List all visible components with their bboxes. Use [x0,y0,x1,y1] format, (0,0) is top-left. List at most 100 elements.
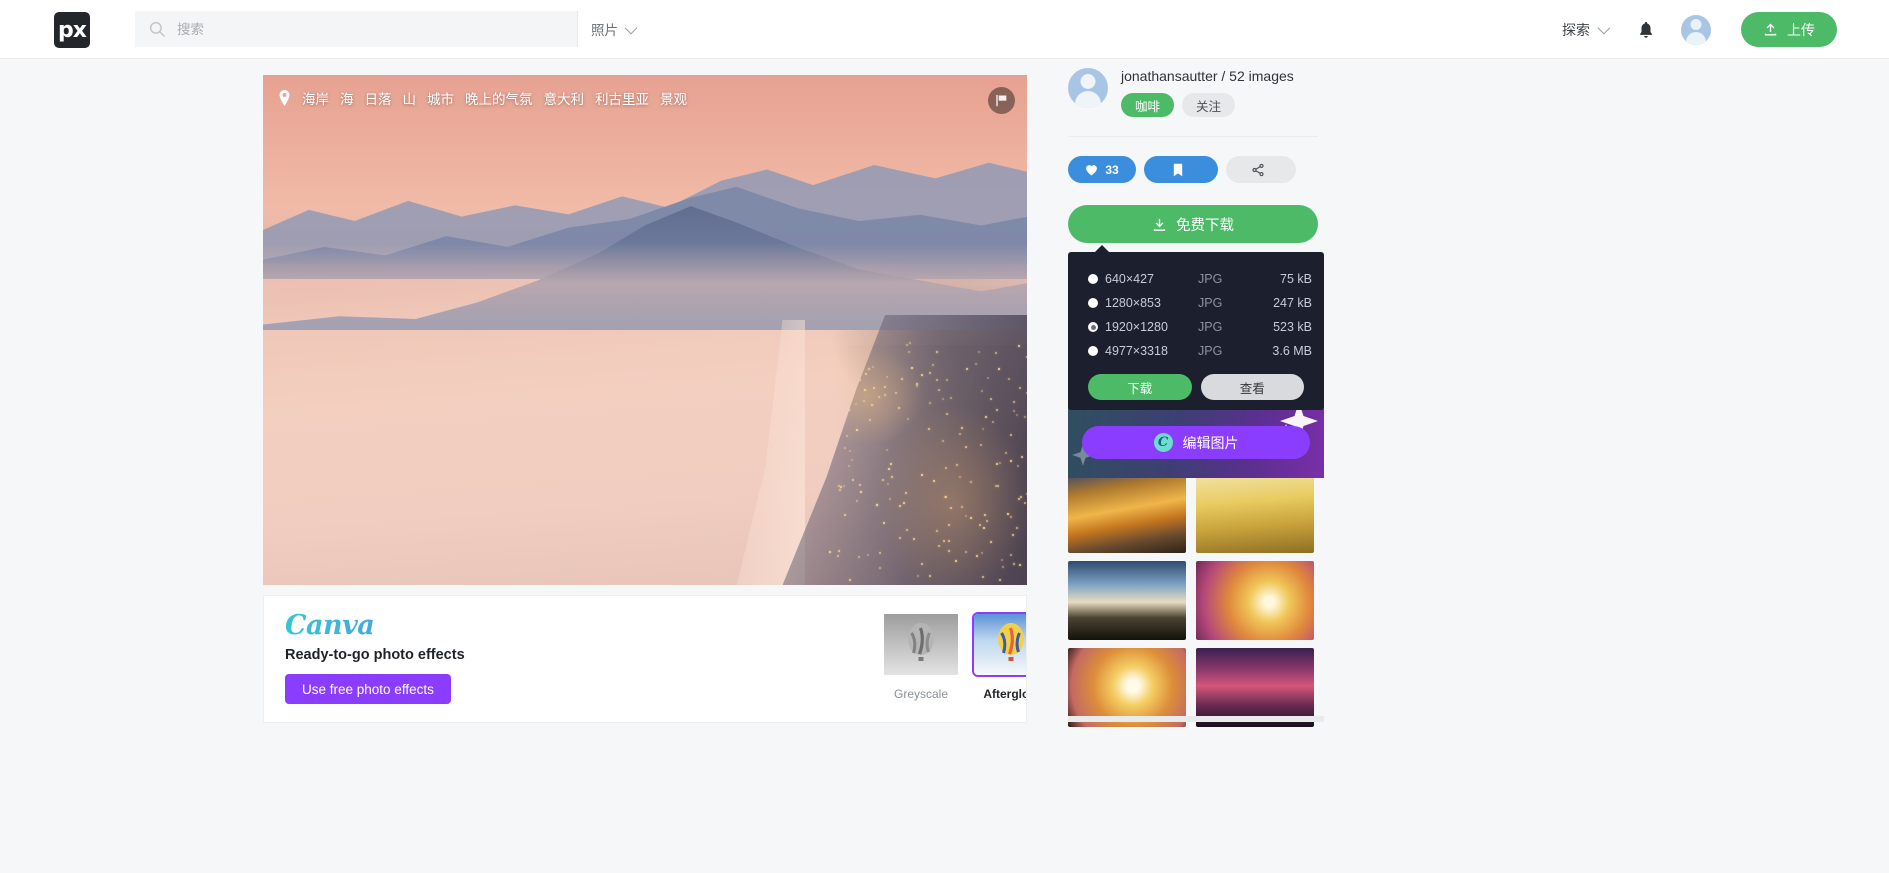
related-thumbnail[interactable] [1068,561,1186,640]
photo-tag[interactable]: 日落 [365,88,392,108]
filter-label: Afterglow [983,687,1026,701]
avatar[interactable] [1068,68,1108,108]
filter-thumbnail [882,612,960,677]
uploader-actions: 咖啡 关注 [1121,93,1294,117]
download-filesize: 247 kB [1273,296,1312,310]
canva-logo: Canva [285,611,615,640]
related-thumbnail[interactable] [1196,474,1314,553]
download-dimensions: 1280×853 [1105,296,1161,310]
avatar[interactable] [1681,14,1711,45]
upload-label: 上传 [1787,21,1815,38]
download-icon [1153,218,1166,231]
download-format: JPG [1198,344,1223,358]
nav-explore-label: 探索 [1562,21,1590,38]
radio-icon[interactable] [1088,298,1098,308]
download-menu-buttons: 下载 查看 [1068,363,1324,400]
photo-tag[interactable]: 景观 [660,88,687,108]
photo-sidebar: jonathansautter / 52 images 咖啡 关注 33 免费下… [1068,68,1318,243]
related-grid-divider [1068,716,1324,722]
download-format: JPG [1198,272,1223,286]
canva-headline: Ready-to-go photo effects [285,647,465,664]
download-option[interactable]: 640×427 JPG 75 kB [1068,267,1324,291]
related-thumbnail[interactable] [1196,561,1314,640]
download-filesize: 75 kB [1280,272,1312,286]
share-icon [1251,163,1264,176]
balloon-icon [908,623,934,661]
filter-greyscale[interactable]: Greyscale [882,612,960,701]
heart-icon [1086,164,1098,175]
canva-logo-icon: C [1153,433,1173,452]
photo-tag[interactable]: 山 [403,88,417,108]
search-bar: 照片 [135,11,645,47]
photo-tag[interactable]: 意大利 [544,88,585,108]
filter-thumbnail [972,612,1026,677]
free-download-label: 免费下载 [1176,217,1234,234]
search-type-dropdown[interactable]: 照片 [577,11,645,47]
photo-city [782,314,1027,585]
like-button[interactable]: 33 [1068,156,1136,183]
radio-icon[interactable] [1088,346,1098,356]
download-format: JPG [1198,296,1223,310]
top-header: px 照片 探索 上传 [0,0,1889,59]
download-dimensions: 640×427 [1105,272,1155,286]
download-option[interactable]: 4977×3318 JPG 3.6 MB [1068,339,1324,363]
chevron-down-icon [1597,21,1611,35]
search-input[interactable] [177,11,577,47]
download-dimensions: 1920×1280 [1105,320,1168,334]
px-logo-icon[interactable]: px [54,12,90,48]
like-count: 33 [1105,162,1119,177]
canva-promo: Canva Ready-to-go photo effects Use free… [285,611,615,705]
upload-icon [1764,23,1777,36]
photo-image [263,75,1027,585]
photo-tag[interactable]: 海岸 [302,88,329,108]
view-button[interactable]: 查看 [1200,374,1304,400]
follow-button[interactable]: 关注 [1182,93,1236,117]
search-type-label: 照片 [591,23,618,38]
flag-icon [996,94,1007,107]
use-free-photo-effects-button[interactable]: Use free photo effects [285,674,451,705]
report-button[interactable] [988,87,1015,114]
save-button[interactable] [1144,156,1218,183]
download-size-menu: 640×427 JPG 75 kB 1280×853 JPG 247 kB 19… [1068,245,1324,410]
bell-icon[interactable] [1637,20,1655,40]
location-pin-icon [279,90,290,106]
photo-tag-list: 海岸 海 日落 山 城市 晚上的气氛 意大利 利古里亚 景观 [278,88,967,108]
main-photo[interactable]: 海岸 海 日落 山 城市 晚上的气氛 意大利 利古里亚 景观 [263,75,1027,585]
free-download-button[interactable]: 免费下载 [1068,205,1318,243]
buy-coffee-button[interactable]: 咖啡 [1121,93,1175,117]
nav-explore[interactable]: 探索 [1562,20,1611,40]
uploader-name[interactable]: jonathansautter / 52 images [1121,68,1294,84]
download-option[interactable]: 1280×853 JPG 247 kB [1068,291,1324,315]
related-images-grid [1068,474,1324,727]
download-filesize: 3.6 MB [1272,344,1312,358]
related-thumbnail[interactable] [1068,474,1186,553]
photo-tag[interactable]: 晚上的气氛 [465,88,533,108]
filter-label: Greyscale [893,687,949,701]
download-confirm-button[interactable]: 下载 [1088,374,1192,400]
photo-tag[interactable]: 城市 [427,88,454,108]
balloon-icon [998,623,1024,661]
upload-button[interactable]: 上传 [1741,12,1837,47]
header-nav-right: 探索 上传 [1562,0,1837,59]
uploader-info: jonathansautter / 52 images 咖啡 关注 [1068,68,1318,117]
search-icon [149,21,166,38]
filter-afterglow[interactable]: Afterglow [972,612,1026,701]
photo-tag[interactable]: 海 [340,88,354,108]
canva-edit-banner: C 编辑图片 [1068,404,1324,478]
edit-image-label: 编辑图片 [1182,434,1239,451]
radio-icon[interactable] [1088,322,1098,332]
edit-image-button[interactable]: C 编辑图片 [1082,426,1310,459]
download-filesize: 523 kB [1273,320,1312,334]
photo-action-row: 33 [1068,136,1318,183]
filter-thumbnail-list: Greyscale Afterglow [882,612,1026,701]
download-format: JPG [1198,320,1223,334]
photo-city-lights [783,315,1027,585]
download-option-selected[interactable]: 1920×1280 JPG 523 kB [1068,315,1324,339]
share-button[interactable] [1226,156,1296,183]
chevron-down-icon [624,21,638,34]
photo-tag[interactable]: 利古里亚 [595,88,649,108]
download-dimensions: 4977×3318 [1105,344,1168,358]
canva-effects-panel: Canva Ready-to-go photo effects Use free… [263,595,1027,723]
photo-beach [736,319,806,585]
radio-icon[interactable] [1088,274,1098,284]
